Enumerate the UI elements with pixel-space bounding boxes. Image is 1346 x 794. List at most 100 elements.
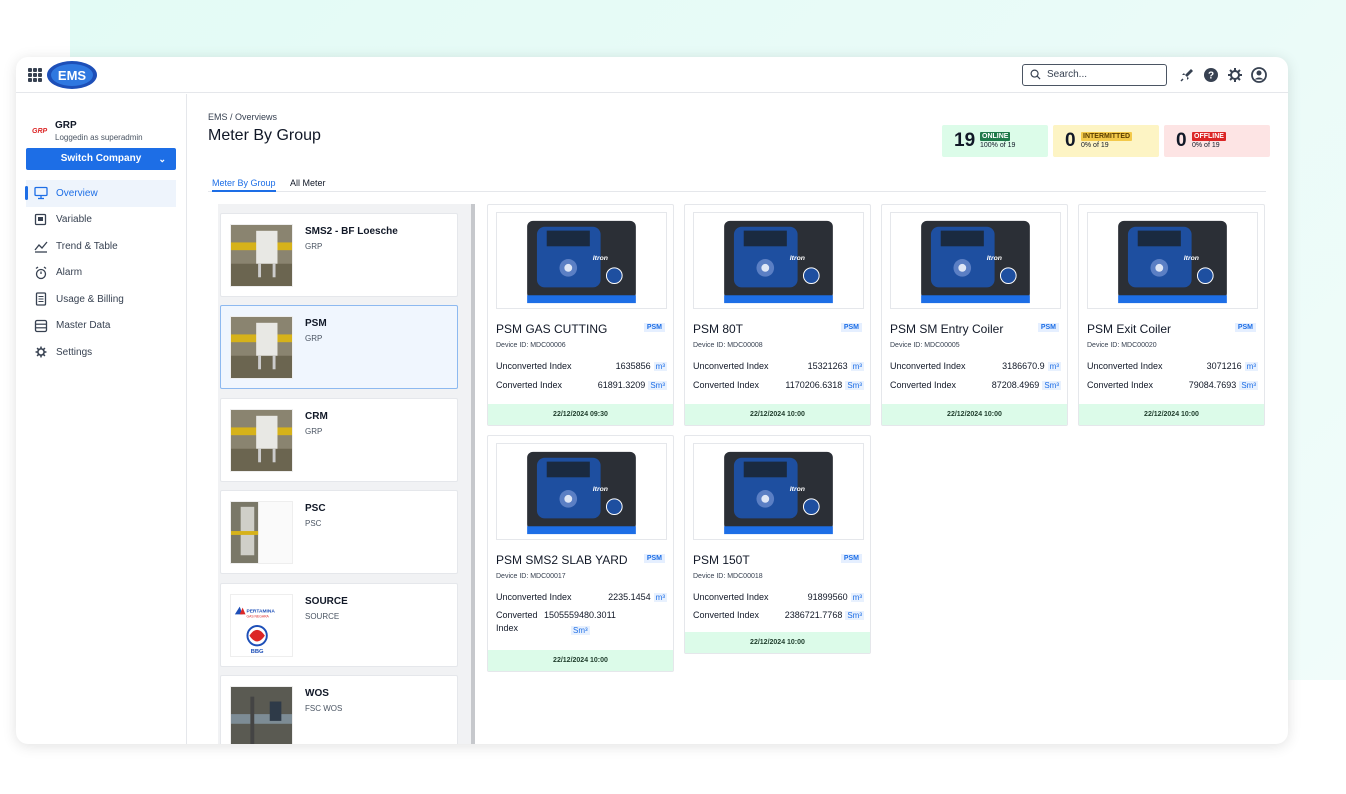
group-name: SMS2 - BF Loesche — [305, 226, 398, 237]
app-grid-icon[interactable] — [28, 68, 42, 82]
converted-row: Converted Index 1505559480.3011 Sm³ — [496, 610, 667, 640]
logo-subtext: GAS NEGARA — [246, 614, 269, 618]
device-id: Device ID: MDC00020 — [1087, 342, 1157, 349]
meter-card[interactable]: Itron PSM Exit Coiler PSM Device ID: MDC… — [1078, 204, 1265, 426]
logo-text: EMS — [58, 68, 87, 83]
unit-m3: m³ — [1047, 362, 1061, 371]
unconverted-row: Unconverted Index 15321263 m³ — [693, 361, 864, 371]
unconverted-row: Unconverted Index 3186670.9 m³ — [890, 361, 1061, 371]
group-card-psm[interactable]: PSM GRP — [220, 305, 458, 389]
sidebar-item-label: Alarm — [56, 267, 83, 279]
sidebar-item-usage-billing[interactable]: Usage & Billing — [26, 286, 176, 313]
group-company: FSC WOS — [305, 704, 343, 713]
meter-group-tag: PSM — [840, 323, 862, 332]
rocket-icon[interactable] — [1178, 66, 1196, 84]
converted-row: Converted Index 1170206.6318 Sm³ — [693, 380, 864, 390]
tab-all-meter[interactable]: All Meter — [290, 178, 326, 188]
converted-label: Converted Index — [890, 380, 957, 390]
meter-group-tag: PSM — [840, 554, 862, 563]
meter-card[interactable]: Itron PSM SMS2 SLAB YARD PSM Device ID: … — [487, 435, 674, 672]
logo-badge: BBG — [251, 649, 264, 655]
unconverted-row: Unconverted Index 1635856 m³ — [496, 361, 667, 371]
meter-name: PSM Exit Coiler — [1087, 322, 1172, 336]
unconverted-value: 91899560 — [807, 592, 848, 602]
meter-timestamp: 22/12/2024 10:00 — [685, 632, 870, 653]
meter-device-image: Itron — [693, 212, 864, 309]
group-company: GRP — [305, 242, 323, 251]
converted-label: Converted Index — [496, 380, 563, 390]
group-card-wos[interactable]: WOS FSC WOS — [220, 675, 458, 744]
unconverted-value: 2235.1454 — [608, 592, 651, 602]
sidebar-item-settings[interactable]: Settings — [26, 339, 176, 366]
group-card-source[interactable]: PERTAMINA GAS NEGARA BBG SOURCE SOURCE — [220, 583, 458, 667]
unit-sm3: Sm³ — [1239, 381, 1258, 390]
unit-m3: m³ — [1244, 362, 1258, 371]
unit-sm3: Sm³ — [845, 611, 864, 620]
group-name: WOS — [305, 688, 329, 699]
gear-icon — [35, 346, 47, 358]
unconverted-value: 3071216 — [1206, 361, 1242, 371]
unconverted-row: Unconverted Index 2235.1454 m³ — [496, 592, 667, 602]
group-card-psc[interactable]: PSC PSC — [220, 490, 458, 574]
converted-value: 1505559480.3011 — [544, 610, 616, 620]
converted-label: Converted Index — [693, 380, 760, 390]
group-list[interactable]: SMS2 - BF Loesche GRP PSM GRP CRM GRP PS… — [218, 204, 475, 744]
meter-device-image: Itron — [890, 212, 1061, 309]
gear-icon[interactable] — [1226, 66, 1244, 84]
group-company: GRP — [305, 427, 323, 436]
stat-online-badge: ONLINE — [980, 132, 1011, 141]
group-card-sms2[interactable]: SMS2 - BF Loesche GRP — [220, 213, 458, 297]
group-card-crm[interactable]: CRM GRP — [220, 398, 458, 482]
search-input[interactable]: Search... — [1022, 64, 1167, 86]
meter-card[interactable]: Itron PSM GAS CUTTING PSM Device ID: MDC… — [487, 204, 674, 426]
meter-card[interactable]: Itron PSM 80T PSM Device ID: MDC00008 Un… — [684, 204, 871, 426]
breadcrumb: EMS / Overviews — [208, 112, 278, 122]
tab-meter-by-group[interactable]: Meter By Group — [212, 178, 276, 192]
top-bar: EMS Search... ? — [16, 57, 1288, 93]
meter-device-image: Itron — [496, 212, 667, 309]
alarm-icon — [35, 265, 47, 279]
sidebar-item-overview[interactable]: Overview — [25, 180, 176, 207]
sidebar-item-alarm[interactable]: Alarm — [26, 260, 176, 287]
stat-offline: 0 OFFLINE 0% of 19 — [1164, 125, 1270, 157]
unit-m3: m³ — [850, 362, 864, 371]
stat-offline-badge: OFFLINE — [1192, 132, 1226, 141]
trend-icon — [34, 241, 48, 253]
stat-online-pct: 100% of 19 — [980, 142, 1016, 149]
sidebar-item-trend-table[interactable]: Trend & Table — [26, 233, 176, 260]
group-name: CRM — [305, 411, 328, 422]
pertamina-logo: PERTAMINAGAS NEGARABBG — [230, 594, 293, 657]
billing-icon — [35, 292, 47, 306]
meter-timestamp: 22/12/2024 10:00 — [882, 404, 1067, 425]
device-id: Device ID: MDC00008 — [693, 342, 763, 349]
group-name: SOURCE — [305, 596, 348, 607]
switch-company-button[interactable]: Switch Company ⌄ — [26, 148, 176, 170]
converted-label: Converted — [496, 610, 538, 620]
database-icon — [34, 319, 48, 332]
unconverted-row: Unconverted Index 3071216 m³ — [1087, 361, 1258, 371]
device-id: Device ID: MDC00005 — [890, 342, 960, 349]
ems-logo[interactable]: EMS — [46, 60, 98, 90]
converted-value: 79084.7693 — [1188, 380, 1237, 390]
sidebar-item-variable[interactable]: Variable — [26, 207, 176, 234]
group-thumbnail — [230, 316, 293, 379]
sidebar-item-master-data[interactable]: Master Data — [26, 313, 176, 340]
company-name: GRP — [55, 120, 77, 131]
meter-card[interactable]: Itron PSM 150T PSM Device ID: MDC00018 U… — [684, 435, 871, 654]
login-status: Loggedin as superadmin — [55, 133, 143, 142]
meter-device-image: Itron — [1087, 212, 1258, 309]
converted-value: 1170206.6318 — [785, 380, 843, 390]
help-icon[interactable]: ? — [1202, 66, 1220, 84]
user-avatar-icon[interactable] — [1250, 66, 1268, 84]
sidebar-item-label: Trend & Table — [56, 240, 118, 252]
meter-card[interactable]: Itron PSM SM Entry Coiler PSM Device ID:… — [881, 204, 1068, 426]
stat-offline-count: 0 — [1176, 130, 1187, 151]
unit-m3: m³ — [653, 593, 667, 602]
converted-value: 2386721.7768 — [784, 610, 843, 620]
unit-m3: m³ — [850, 593, 864, 602]
unconverted-label: Unconverted Index — [1087, 361, 1163, 371]
meter-name: PSM 80T — [693, 322, 744, 336]
unconverted-row: Unconverted Index 91899560 m³ — [693, 592, 864, 602]
meter-name: PSM GAS CUTTING — [496, 322, 608, 336]
page-title: Meter By Group — [208, 127, 321, 144]
